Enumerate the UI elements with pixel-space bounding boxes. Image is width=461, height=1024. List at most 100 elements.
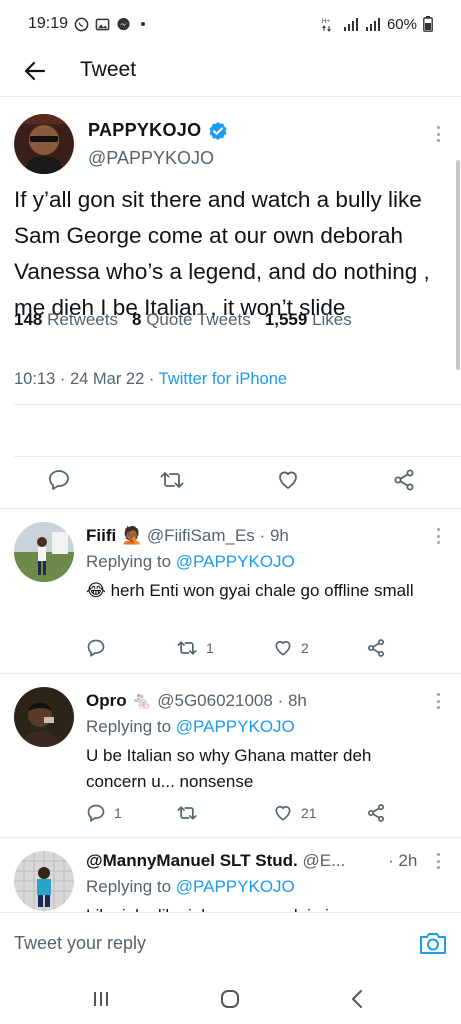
quotes-stat[interactable]: 8 Quote Tweets — [132, 310, 251, 330]
more-options-icon[interactable] — [433, 691, 443, 711]
more-options-icon[interactable] — [433, 124, 443, 144]
app-bar: Tweet — [0, 48, 461, 94]
chevron-left-icon — [352, 990, 362, 1008]
replying-to: Replying to @PAPPYKOJO — [86, 877, 295, 897]
replying-to-handle[interactable]: @PAPPYKOJO — [176, 552, 295, 571]
likes-label: Likes — [312, 310, 352, 329]
whatsapp-icon — [74, 17, 89, 31]
avatar[interactable] — [14, 114, 74, 174]
reply-age: 8h — [287, 691, 307, 710]
retweet-count: 1 — [206, 640, 214, 656]
avatar-photo — [14, 114, 74, 174]
share-button[interactable] — [366, 803, 386, 823]
arrow-left-icon — [24, 61, 46, 81]
avatar[interactable] — [14, 687, 74, 747]
retweets-stat[interactable]: 148 Retweets — [14, 310, 118, 330]
messenger-icon — [117, 17, 130, 30]
likes-stat[interactable]: 1,559 Likes — [265, 310, 352, 330]
share-icon — [368, 804, 384, 822]
like-button[interactable]: 21 — [273, 803, 317, 823]
meta-separator: · — [59, 370, 70, 388]
recent-apps-button[interactable] — [86, 984, 116, 1014]
author-handle[interactable]: @PAPPYKOJO — [88, 148, 214, 169]
svg-text:H+: H+ — [322, 19, 330, 25]
back-button[interactable] — [20, 56, 50, 86]
avatar[interactable] — [14, 522, 74, 582]
reply-age: 2h — [398, 851, 418, 870]
like-count: 2 — [301, 640, 309, 656]
replying-to: Replying to @PAPPYKOJO — [86, 717, 295, 737]
divider — [0, 96, 461, 97]
system-nav-bar — [0, 974, 461, 1024]
reply-tweet[interactable]: @MannyManuel SLT Stud. @E... · 2h Replyi… — [0, 837, 461, 912]
replying-to: Replying to @PAPPYKOJO — [86, 552, 295, 572]
signal-icon — [365, 18, 380, 31]
avatar-photo — [14, 851, 74, 911]
divider — [14, 404, 461, 405]
heart-icon — [275, 640, 291, 656]
share-icon — [394, 469, 414, 491]
system-back-button[interactable] — [342, 984, 372, 1014]
tweet-date: 24 Mar 22 — [69, 370, 145, 388]
status-bar: 19:19 H+ 60% — [0, 0, 461, 48]
tweet-meta: 10:13 · 24 Mar 22 · Twitter for iPhone — [14, 370, 287, 389]
retweets-count: 148 — [14, 310, 43, 329]
reply-composer[interactable]: Tweet your reply — [0, 912, 461, 974]
retweet-icon — [177, 641, 197, 655]
reply-actions: 1 2 — [86, 638, 426, 666]
retweet-button[interactable] — [158, 466, 186, 494]
quotes-count: 8 — [131, 310, 142, 329]
more-options-icon[interactable] — [433, 851, 443, 871]
divider — [14, 456, 461, 457]
heart-icon — [275, 805, 291, 821]
like-button[interactable]: 2 — [273, 638, 309, 658]
page-title: Tweet — [80, 58, 137, 81]
reply-button[interactable] — [45, 466, 73, 494]
retweet-button[interactable]: 1 — [176, 638, 214, 658]
tweet-source-link[interactable]: Twitter for iPhone — [159, 370, 287, 388]
share-button[interactable] — [390, 466, 418, 494]
reply-age-wrap: · 2h — [388, 851, 417, 871]
meta-separator: · — [388, 851, 399, 870]
scrollbar[interactable] — [456, 160, 460, 370]
reply-input[interactable]: Tweet your reply — [14, 933, 146, 954]
camera-icon[interactable] — [418, 929, 448, 957]
meta-separator: · — [148, 370, 159, 388]
signal-icon — [343, 18, 358, 31]
share-button[interactable] — [366, 638, 386, 658]
replying-to-handle[interactable]: @PAPPYKOJO — [176, 877, 295, 896]
avatar[interactable] — [14, 851, 74, 911]
like-button[interactable] — [274, 466, 302, 494]
reply-tweet[interactable]: Opro 🐁 @5G06021008 · 8h Replying to @PAP… — [0, 673, 461, 837]
reply-header: Opro 🐁 @5G06021008 · 8h — [86, 691, 307, 711]
heart-icon — [279, 471, 297, 489]
reply-author-name[interactable]: Opro — [86, 691, 127, 710]
reply-author-handle[interactable]: @FiifiSam_Es — [147, 526, 255, 545]
tweet-actions — [0, 466, 461, 506]
reply-author-handle[interactable]: @5G06021008 — [157, 691, 273, 710]
reply-button[interactable] — [86, 638, 106, 658]
reply-button[interactable]: 1 — [86, 803, 122, 823]
reply-author-name[interactable]: @MannyManuel SLT Stud. — [86, 851, 298, 870]
author-emoji: 🐁 — [131, 691, 153, 710]
author-name[interactable]: PAPPYKOJO — [88, 120, 201, 141]
replying-label: Replying to — [86, 717, 172, 736]
reply-icon — [49, 470, 69, 490]
reply-author-handle[interactable]: @E... — [303, 851, 346, 870]
battery-percent: 60% — [386, 15, 417, 33]
reply-count: 1 — [114, 805, 122, 821]
home-button[interactable] — [215, 984, 245, 1014]
reply-tweet[interactable]: Fiifi 🤦🏾 @FiifiSam_Es · 9h Replying to @… — [0, 508, 461, 672]
tweet-time: 10:13 — [14, 370, 56, 388]
author-emoji: 🤦🏾 — [120, 526, 143, 545]
verified-badge-icon — [209, 122, 227, 140]
replying-to-handle[interactable]: @PAPPYKOJO — [176, 717, 295, 736]
retweet-button[interactable] — [176, 803, 198, 823]
recent-apps-icon — [94, 992, 108, 1006]
more-options-icon[interactable] — [433, 526, 443, 546]
replying-label: Replying to — [86, 877, 172, 896]
notification-dot-icon — [141, 22, 146, 26]
retweet-icon — [160, 472, 184, 488]
retweet-icon — [177, 806, 197, 820]
reply-author-name[interactable]: Fiifi — [86, 526, 116, 545]
